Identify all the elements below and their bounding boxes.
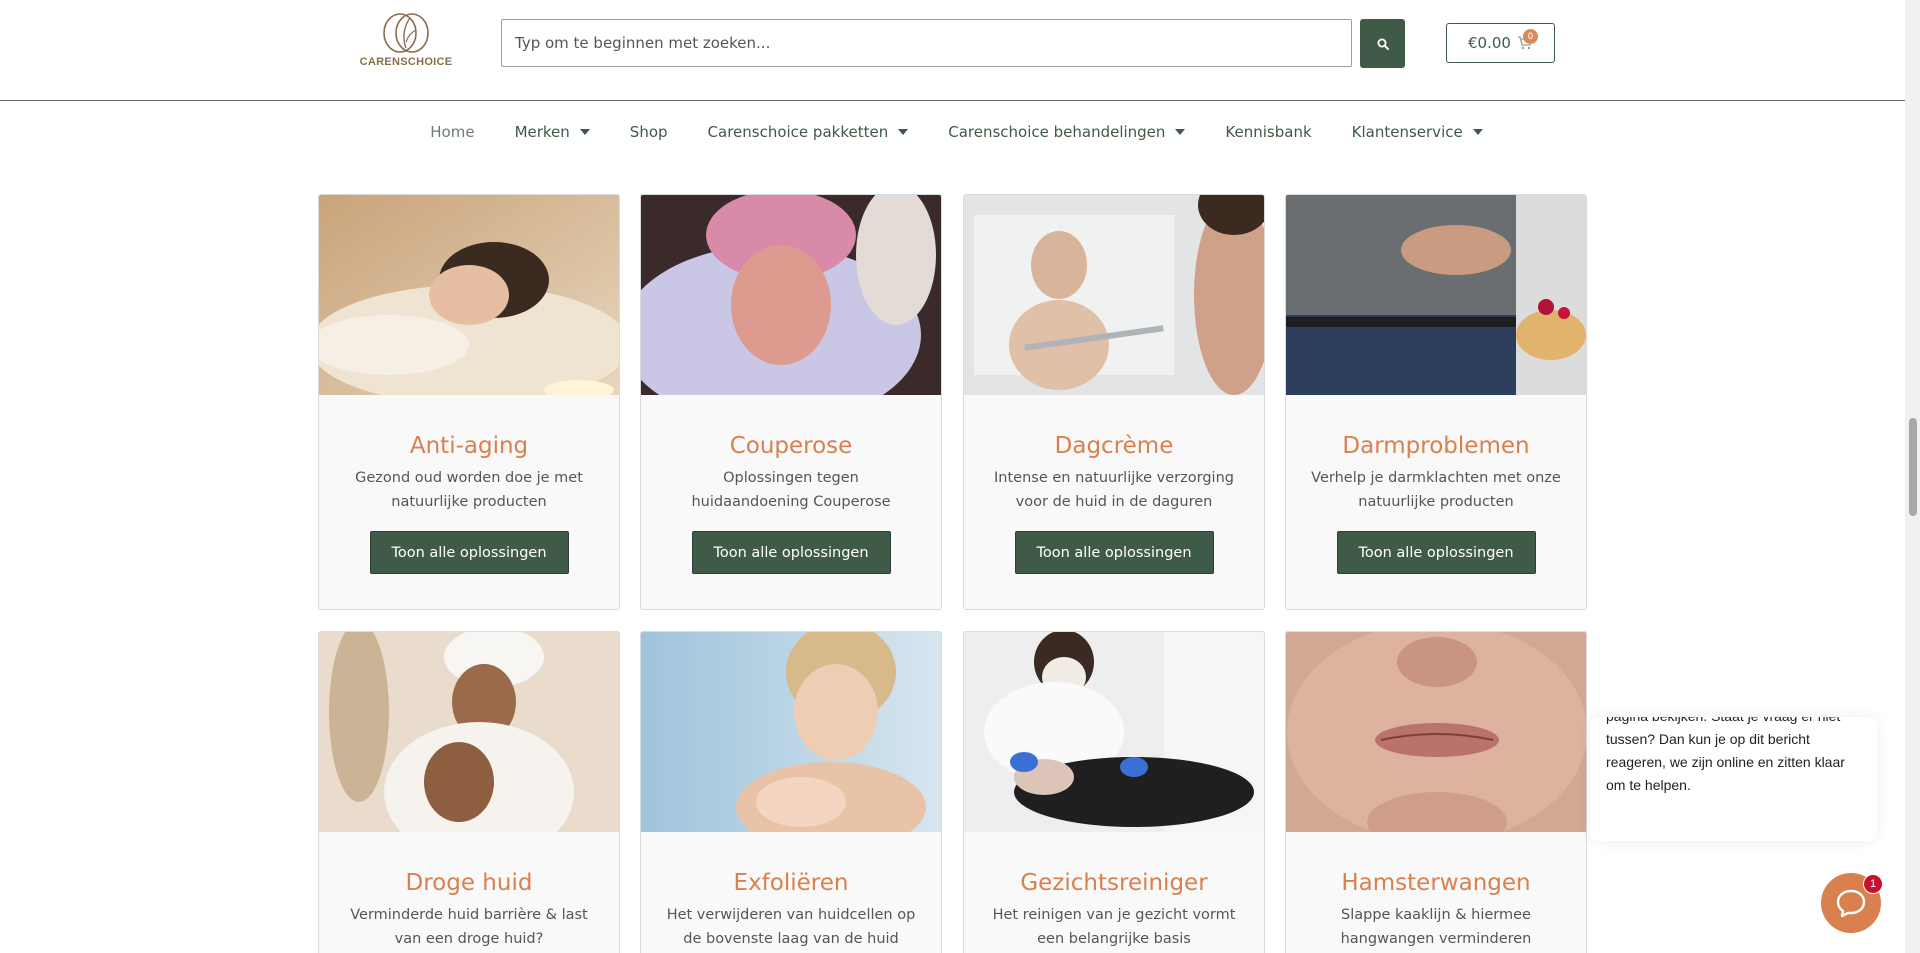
solution-card: Anti-aging Gezond oud worden doe je met … — [318, 194, 620, 610]
card-description: Oplossingen tegen huidaandoening Coupero… — [691, 470, 891, 510]
nav-item-label: Carenschoice behandelingen — [948, 123, 1166, 141]
nav-item-label: Klantenservice — [1351, 123, 1463, 141]
caret-down-icon — [579, 129, 590, 135]
chat-unread-badge: 1 — [1863, 874, 1883, 894]
solution-card: Exfoliëren Het verwijderen van huidcelle… — [640, 631, 942, 953]
show-solutions-button[interactable]: Toon alle oplossingen — [691, 531, 891, 574]
nav-item-klantenservice[interactable]: Klantenservice — [1352, 123, 1483, 141]
nav-item-home[interactable]: Home — [430, 123, 474, 141]
site-logo[interactable]: CARENSCHOICE — [357, 12, 455, 74]
cart-button[interactable]: €0.00 0 — [1446, 23, 1555, 63]
card-image-droge-huid — [319, 632, 619, 832]
search-button[interactable] — [1360, 19, 1405, 68]
card-title: Anti-aging — [409, 433, 529, 459]
nav-item-label: Shop — [629, 123, 668, 141]
solution-card: Darmproblemen Verhelp je darmklachten me… — [1285, 194, 1587, 610]
nav-item-label: Merken — [514, 123, 570, 141]
card-image-darmproblemen — [1286, 195, 1586, 395]
card-description: Intense en natuurlijke verzorging voor d… — [994, 470, 1234, 510]
card-title: Couperose — [729, 433, 853, 459]
card-description: Gezond oud worden doe je met natuurlijke… — [355, 470, 583, 510]
card-title: Droge huid — [405, 870, 533, 896]
card-title: Exfoliëren — [733, 870, 849, 896]
card-image-hamsterwangen — [1286, 632, 1586, 832]
solution-card: Gezichtsreiniger Het reinigen van je gez… — [963, 631, 1265, 953]
solution-card: Couperose Oplossingen tegen huidaandoeni… — [640, 194, 942, 610]
card-description: Slappe kaaklijn & hiermee hangwangen ver… — [1340, 907, 1532, 947]
logo-text: CARENSCHOICE — [359, 56, 453, 68]
nav-item-label: Carenschoice pakketten — [707, 123, 889, 141]
card-image-dagcreme — [964, 195, 1264, 395]
solution-card: Droge huid Verminderde huid barrière & l… — [318, 631, 620, 953]
card-description: Het verwijderen van huidcellen op de bov… — [666, 907, 916, 947]
nav-item-behandelingen[interactable]: Carenschoice behandelingen — [948, 123, 1186, 141]
card-image-gezichtsreiniger — [964, 632, 1264, 832]
cart-count-badge: 0 — [1523, 29, 1538, 44]
search-icon — [1377, 38, 1389, 50]
main-nav: Home Merken Shop Carenschoice pakketten … — [0, 101, 1905, 163]
card-description: Verminderde huid barrière & last van een… — [350, 907, 588, 947]
caret-down-icon — [898, 129, 909, 135]
card-image-exfolieren — [641, 632, 941, 832]
nav-item-shop[interactable]: Shop — [630, 123, 668, 141]
card-title: Dagcrème — [1054, 433, 1174, 459]
solution-card: Hamsterwangen Slappe kaaklijn & hiermee … — [1285, 631, 1587, 953]
search-input[interactable] — [501, 19, 1352, 67]
site-header: CARENSCHOICE €0.00 0 — [0, 0, 1905, 101]
nav-item-kennisbank[interactable]: Kennisbank — [1225, 123, 1311, 141]
card-description: Het reinigen van je gezicht vormt een be… — [992, 907, 1236, 947]
nav-item-label: Kennisbank — [1225, 123, 1312, 141]
card-image-anti-aging — [319, 195, 619, 395]
chat-message-text: pagina bekijken. Staat je vraag er niet … — [1606, 717, 1845, 793]
chat-icon — [1836, 889, 1866, 918]
show-solutions-button[interactable]: Toon alle oplossingen — [1014, 531, 1214, 574]
card-title: Hamsterwangen — [1341, 870, 1531, 896]
nav-item-label: Home — [430, 123, 475, 141]
nav-item-pakketten[interactable]: Carenschoice pakketten — [708, 123, 909, 141]
card-description: Verhelp je darmklachten met onze natuurl… — [1311, 470, 1561, 510]
page-scrollbar[interactable] — [1905, 0, 1920, 953]
card-title: Darmproblemen — [1342, 433, 1530, 459]
scrollbar-thumb[interactable] — [1909, 418, 1917, 516]
leaf-logo-icon — [383, 13, 429, 53]
show-solutions-button[interactable]: Toon alle oplossingen — [369, 531, 569, 574]
cart-total: €0.00 — [1468, 34, 1511, 52]
chat-message-bubble[interactable]: pagina bekijken. Staat je vraag er niet … — [1590, 717, 1877, 841]
solution-card: Dagcrème Intense en natuurlijke verzorgi… — [963, 194, 1265, 610]
card-title: Gezichtsreiniger — [1020, 870, 1208, 896]
nav-item-merken[interactable]: Merken — [515, 123, 590, 141]
caret-down-icon — [1175, 129, 1186, 135]
card-image-couperose — [641, 195, 941, 395]
caret-down-icon — [1472, 129, 1483, 135]
show-solutions-button[interactable]: Toon alle oplossingen — [1336, 531, 1536, 574]
